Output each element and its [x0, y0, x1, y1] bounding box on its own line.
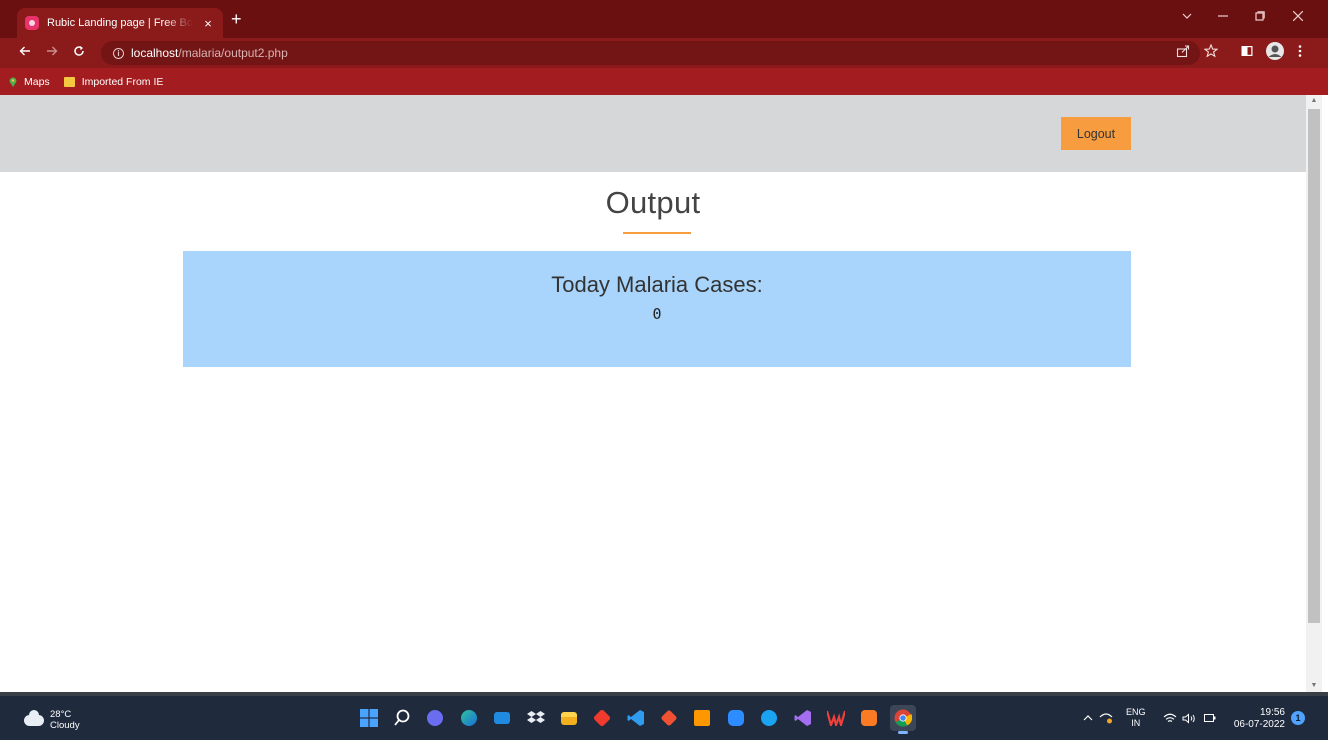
weather-desc: Cloudy [50, 720, 80, 731]
battery-icon[interactable] [1203, 696, 1217, 740]
reload-icon[interactable] [73, 43, 85, 63]
notification-badge[interactable]: 1 [1291, 711, 1305, 725]
back-arrow-icon[interactable] [19, 43, 31, 63]
taskbar-apps [352, 696, 919, 740]
logout-button[interactable]: Logout [1061, 117, 1131, 150]
cloud-icon [24, 709, 44, 726]
show-hidden-icons[interactable] [1083, 696, 1093, 740]
close-window-icon[interactable] [1292, 9, 1304, 24]
file-explorer-icon[interactable] [556, 705, 582, 731]
language-indicator[interactable]: ENG IN [1126, 696, 1146, 740]
lang-top: ENG [1126, 707, 1146, 717]
folder-icon [63, 76, 75, 87]
result-label: Today Malaria Cases: [551, 272, 763, 297]
page-viewport: Logout Output Today Malaria Cases: 0 [0, 95, 1306, 692]
windows-start-icon[interactable] [356, 705, 382, 731]
bookmark-label: Imported From IE [81, 75, 164, 88]
share-icon[interactable] [1176, 44, 1190, 63]
chat-icon[interactable] [422, 705, 448, 731]
visual-studio-icon[interactable] [790, 705, 816, 731]
dropbox-icon[interactable] [523, 705, 549, 731]
bookmark-imported-from-ie[interactable]: Imported From IE [63, 75, 164, 88]
clock-date: 06-07-2022 [1233, 719, 1285, 730]
minimize-icon[interactable] [1218, 9, 1228, 24]
lang-bottom: IN [1131, 718, 1141, 728]
url-host: localhost [131, 46, 179, 60]
bookmark-maps[interactable]: Maps [9, 76, 50, 88]
bookmark-label: Maps [24, 75, 50, 88]
weather-temp: 28°C [50, 709, 72, 720]
sublime-icon[interactable] [689, 705, 715, 731]
profile-avatar[interactable] [1265, 41, 1285, 66]
weather-widget[interactable]: 28°C Cloudy [24, 709, 80, 731]
system-clock[interactable]: 19:56 06-07-2022 [1229, 707, 1285, 731]
page-scrollbar[interactable]: ▲ ▼ [1306, 95, 1322, 692]
wifi-icon[interactable] [1163, 696, 1177, 740]
volume-icon[interactable] [1182, 696, 1198, 740]
bookmark-star-icon[interactable] [1203, 43, 1219, 63]
browser-tab-bar: Rubic Landing page | Free Bootstrap × + [0, 0, 1328, 38]
mail-icon[interactable] [489, 705, 515, 731]
tab-search-icon[interactable] [1182, 9, 1192, 24]
maps-pin-icon [9, 76, 17, 87]
zoom-icon[interactable] [723, 705, 749, 731]
url-path: /malaria/output2.php [178, 46, 288, 60]
scroll-down-icon[interactable]: ▼ [1306, 680, 1322, 692]
bookmarks-bar: Maps Imported From IE [0, 68, 1328, 95]
result-value: 0 [652, 305, 662, 323]
skype-icon[interactable] [756, 705, 782, 731]
browser-tab-active[interactable]: Rubic Landing page | Free Bootstrap × [17, 8, 223, 38]
windows-taskbar: 28°C Cloudy ENG IN 19:56 06-07-2022 1 [0, 696, 1328, 740]
scroll-up-icon[interactable]: ▲ [1306, 95, 1322, 107]
title-underline [623, 232, 691, 234]
window-edge [1322, 95, 1328, 692]
new-tab-button[interactable]: + [231, 9, 242, 29]
clock-time: 19:56 [1259, 707, 1285, 718]
browser-toolbar: i localhost /malaria/output2.php [0, 38, 1328, 68]
git-icon[interactable] [656, 705, 682, 731]
site-info-icon[interactable]: i [113, 47, 124, 59]
forward-arrow-icon[interactable] [46, 43, 58, 63]
site-favicon-icon [25, 16, 39, 30]
page-header: Logout [0, 95, 1306, 172]
network-warning-icon[interactable] [1099, 696, 1113, 740]
side-panel-icon[interactable] [1240, 44, 1254, 63]
result-card: Today Malaria Cases: 0 [183, 251, 1131, 367]
address-bar-input[interactable]: i localhost /malaria/output2.php [101, 41, 1200, 65]
maximize-icon[interactable] [1255, 9, 1265, 24]
edge-icon[interactable] [456, 705, 482, 731]
tab-close-icon[interactable]: × [201, 16, 215, 31]
app-red-diamond-icon[interactable] [589, 705, 615, 731]
wps-icon[interactable] [823, 705, 849, 731]
search-icon[interactable] [389, 705, 415, 731]
page-title: Output [605, 185, 701, 220]
scroll-thumb[interactable] [1308, 109, 1320, 623]
vscode-icon[interactable] [623, 705, 649, 731]
tab-title: Rubic Landing page | Free Bootstrap [47, 17, 193, 29]
chrome-icon[interactable] [889, 705, 916, 734]
xampp-icon[interactable] [856, 705, 882, 731]
menu-kebab-icon[interactable] [1298, 44, 1302, 63]
